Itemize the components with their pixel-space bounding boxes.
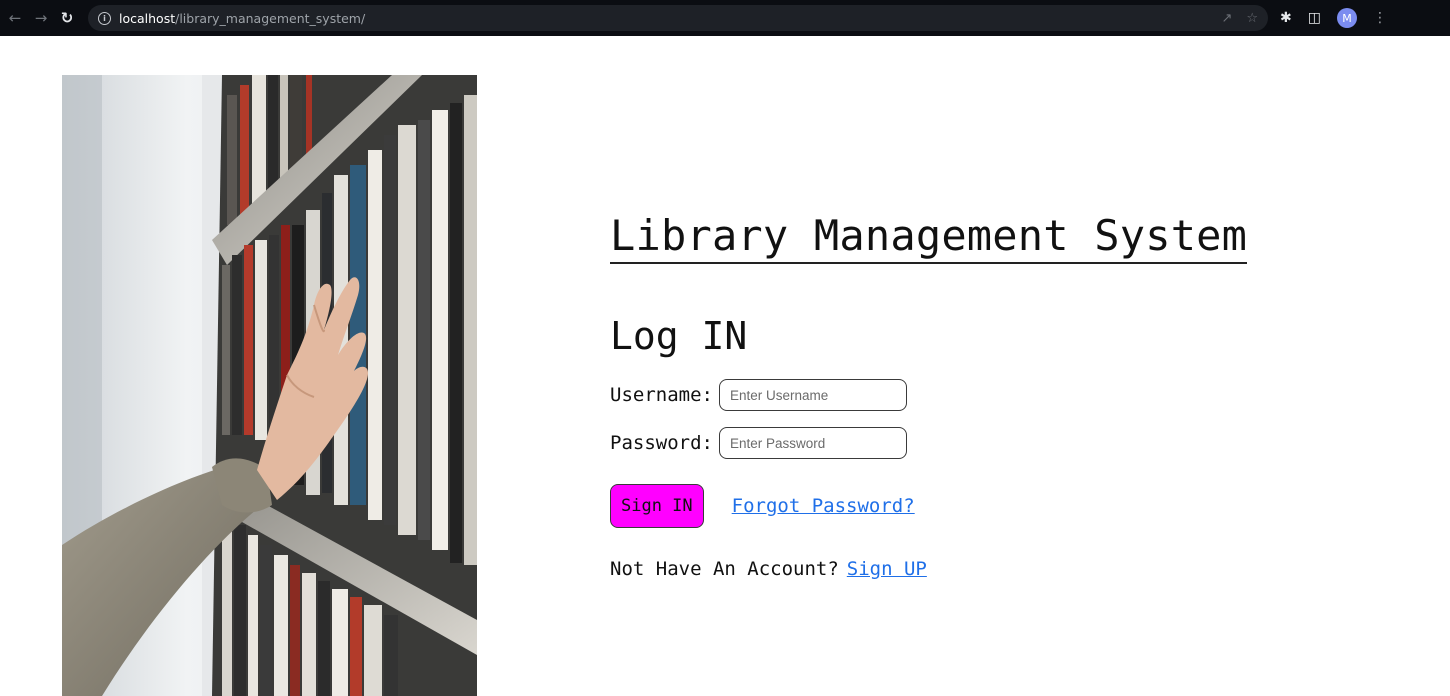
reload-icon[interactable]: ↻ [56,7,78,29]
username-label: Username: [610,384,713,406]
site-info-icon[interactable]: i [98,11,111,25]
forgot-password-link[interactable]: Forgot Password? [732,495,915,517]
login-panel: Library Management System Log IN Usernam… [610,210,1310,580]
library-bookshelf-image [62,75,477,696]
side-panel-icon[interactable]: ◫ [1308,10,1321,26]
share-icon[interactable]: ↗ [1221,11,1232,26]
url-host: localhost [119,10,176,26]
signup-row: Not Have An Account? Sign UP [610,558,1310,580]
profile-avatar[interactable]: M [1336,8,1357,28]
extensions-icon[interactable]: ✱ [1280,10,1292,26]
sign-in-button[interactable]: Sign IN [610,484,704,528]
no-account-text: Not Have An Account? [610,558,839,580]
password-label: Password: [610,432,713,454]
site-title: Library Management System [610,210,1248,264]
password-input[interactable] [718,427,907,459]
browser-toolbar: ← → ↻ i localhost/library_management_sys… [0,0,1450,36]
login-actions: Sign IN Forgot Password? [610,484,1310,528]
forward-icon[interactable]: → [30,7,52,29]
back-icon[interactable]: ← [4,7,26,29]
username-input[interactable] [718,379,907,411]
bookmark-star-icon[interactable]: ☆ [1246,11,1258,26]
menu-kebab-icon[interactable]: ⋮ [1373,10,1387,26]
sign-up-link[interactable]: Sign UP [847,558,927,580]
username-row: Username: [610,378,1310,412]
address-bar[interactable]: i localhost/library_management_system/ ↗… [88,5,1268,31]
password-row: Password: [610,426,1310,460]
url-path: /library_management_system/ [175,10,366,26]
login-heading: Log IN [610,314,748,358]
